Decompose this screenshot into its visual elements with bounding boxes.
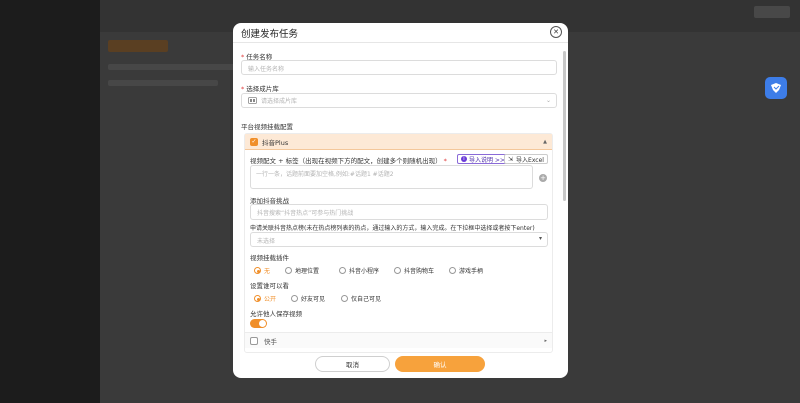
add-caption-icon[interactable]: +	[539, 174, 547, 182]
kuaishou-checkbox[interactable]	[250, 336, 258, 345]
chevron-right-icon[interactable]: ▸	[544, 338, 547, 344]
radio-button[interactable]	[254, 295, 261, 302]
task-name-input[interactable]: 输入任务名称	[241, 60, 557, 75]
chevron-down-icon: ▾	[538, 235, 542, 242]
import-excel-button[interactable]: ⇲ 导入Excel	[504, 154, 548, 164]
import-arrow-icon: ⇲	[508, 155, 514, 163]
video-library-icon	[248, 97, 257, 104]
floating-assistant-button[interactable]	[765, 77, 787, 99]
scrollbar[interactable]	[563, 51, 566, 201]
visibility-option-friends[interactable]: 好友可见	[291, 294, 325, 303]
backdrop-sidebar	[0, 0, 100, 403]
visibility-option-self[interactable]: 仅自己可见	[341, 294, 381, 303]
mount-option-location[interactable]: 地理位置	[285, 266, 319, 275]
kuaishou-name: 快手	[264, 337, 277, 346]
bird-icon	[771, 83, 781, 93]
mount-option-gamepad[interactable]: 游戏手柄	[449, 266, 483, 275]
library-select[interactable]: 请选择成片库 ⌄	[241, 93, 557, 108]
modal-header: 创建发布任务 ✕	[233, 23, 568, 42]
backdrop-corner	[754, 6, 790, 18]
radio-button[interactable]	[254, 267, 261, 274]
chevron-up-icon[interactable]: ▲	[543, 139, 547, 145]
hotspot-label: 申请关联抖音热点榜(未在热点榜列表的热点，通过输入的方式，输入完成。在下拉框中选…	[250, 225, 535, 232]
modal-footer: 取消 确认	[233, 354, 568, 378]
caption-textarea[interactable]: 一行一条，话题前面要加空格,例如:#话题1 #话题2	[250, 165, 533, 189]
caption-label: 视频配文 + 标签（出现在视频下方的配文，创建多个则随机出现） *	[250, 157, 447, 165]
create-task-modal: 创建发布任务 ✕ * 任务名称 输入任务名称 * 选择成片库 请选择成片库 ⌄ 平台…	[233, 23, 568, 378]
mount-option-cart[interactable]: 抖音购物车	[394, 266, 434, 275]
mount-label: 视频挂载插件	[250, 254, 289, 262]
backdrop-row	[108, 64, 248, 70]
visibility-label: 设置谁可以看	[250, 282, 289, 290]
radio-button[interactable]	[291, 295, 298, 302]
challenge-input[interactable]: 抖音搜索“抖音热点”可参与热门挑战	[250, 204, 548, 220]
confirm-button[interactable]: 确认	[395, 356, 485, 372]
cancel-button[interactable]: 取消	[315, 356, 390, 372]
douyin-header[interactable]: ✓ 抖音Plus ▲	[245, 134, 552, 150]
douyin-name: 抖音Plus	[262, 138, 289, 147]
allow-save-toggle[interactable]	[250, 319, 267, 328]
library-label: * 选择成片库	[241, 85, 279, 93]
mount-option-none[interactable]: 无	[254, 266, 270, 275]
chevron-down-icon: ⌄	[545, 97, 551, 104]
kuaishou-header[interactable]: 快手 ▸	[245, 332, 552, 348]
backdrop-row	[108, 80, 218, 86]
platform-section-label: 平台视频挂载配置	[241, 123, 293, 131]
modal-title: 创建发布任务	[241, 29, 299, 40]
mount-option-miniapp[interactable]: 抖音小程序	[339, 266, 379, 275]
allow-save-label: 允许他人保存视频	[250, 310, 302, 318]
radio-button[interactable]	[449, 267, 456, 274]
radio-button[interactable]	[285, 267, 292, 274]
radio-button[interactable]	[394, 267, 401, 274]
backdrop-highlight	[108, 40, 168, 52]
import-guide-button[interactable]: i 导入说明 >>	[457, 154, 509, 164]
close-button[interactable]: ✕	[550, 26, 562, 38]
close-icon: ✕	[553, 27, 559, 36]
douyin-checkbox[interactable]: ✓	[250, 137, 258, 146]
info-icon: i	[461, 156, 467, 162]
hotspot-select[interactable]: 未选择 ▾	[250, 232, 548, 247]
radio-button[interactable]	[341, 295, 348, 302]
radio-button[interactable]	[339, 267, 346, 274]
platform-config-block: ✓ 抖音Plus ▲ 视频配文 + 标签（出现在视频下方的配文，创建多个则随机出…	[244, 133, 553, 353]
visibility-option-public[interactable]: 公开	[254, 294, 276, 303]
